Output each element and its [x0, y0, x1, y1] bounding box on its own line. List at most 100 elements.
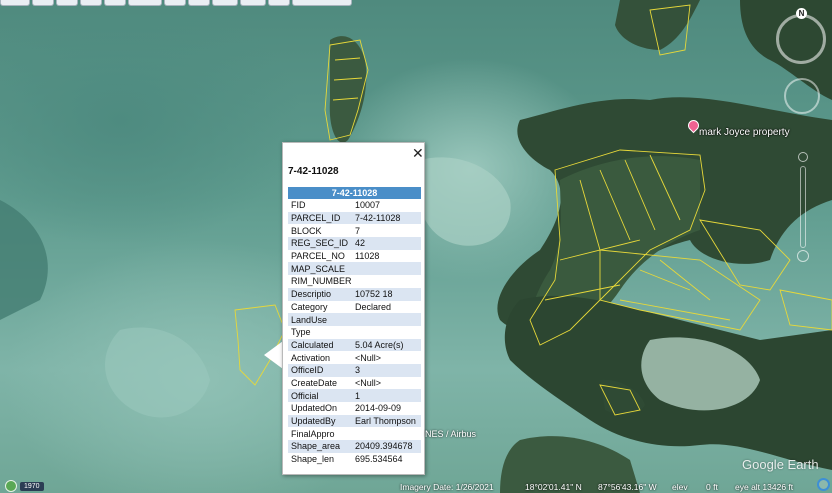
attribute-value: 3 [352, 363, 421, 377]
zoom-out-icon[interactable] [797, 250, 809, 262]
compass-north-icon[interactable]: N [796, 8, 807, 19]
attribute-row: Calculated 5.04 Acre(s) [288, 338, 421, 352]
attribute-row: Type [288, 326, 421, 339]
attribute-row: FinalAppro [288, 427, 421, 440]
toolbar-button-print[interactable] [268, 0, 290, 6]
attribute-row: UpdatedOn 2014-09-09 [288, 402, 421, 415]
toolbar-button-historical[interactable] [128, 0, 162, 6]
toolbar [0, 0, 370, 6]
placemark-label[interactable]: mark Joyce property [699, 127, 790, 138]
attribute-row: RIM_NUMBER [288, 275, 421, 288]
attribute-row: Activation <Null> [288, 351, 421, 364]
attribute-key: Shape_area [288, 440, 352, 453]
eye-altitude-readout: eye alt 13426 ft [735, 482, 794, 492]
attribute-key: Activation [291, 352, 331, 363]
attribute-key: UpdatedOn [291, 403, 338, 414]
attribute-key: PARCEL_NO [291, 251, 345, 262]
attribute-key: BLOCK [291, 225, 322, 236]
status-bar: Imagery Date: 1/26/2021 18°02'01.41" N 8… [0, 482, 832, 493]
info-balloon: ✕ 7-42-11028 7-42-11028 FID 10007 PARCEL_I… [282, 142, 425, 475]
attribute-key: REG_SEC_ID [288, 237, 352, 250]
balloon-tail [264, 341, 283, 369]
attribute-key: LandUse [288, 313, 352, 326]
attribute-row: BLOCK 7 [288, 224, 421, 237]
attribute-row: LandUse [288, 313, 421, 326]
status-toggle-icon[interactable] [817, 478, 830, 491]
toolbar-button-polygon[interactable] [56, 0, 78, 6]
attribute-key: Descriptio [288, 287, 352, 301]
latitude-readout: 18°02'01.41" N [525, 482, 582, 492]
imagery-copyright: NES / Airbus [425, 429, 477, 439]
attribute-value [352, 275, 421, 288]
attribute-key: Official [288, 389, 352, 402]
longitude-readout: 87°56'43.16" W [598, 482, 657, 492]
attribute-row: PARCEL_NO 11028 [288, 250, 421, 263]
attribute-row: Category Declared [288, 301, 421, 314]
attribute-key: FinalAppro [291, 428, 335, 439]
attribute-row: OfficeID 3 [288, 363, 421, 377]
toolbar-button-path[interactable] [80, 0, 102, 6]
zoom-slider[interactable] [800, 166, 806, 248]
attribute-key: MAP_SCALE [288, 262, 352, 276]
attribute-value [352, 262, 421, 276]
attribute-value: 5.04 Acre(s) [352, 338, 421, 352]
toolbar-button-planets[interactable] [188, 0, 210, 6]
attribute-value [352, 313, 421, 326]
attribute-value: 10752 18 [352, 287, 421, 301]
attribute-table-header: 7-42-11028 [288, 187, 421, 199]
attribute-row: MAP_SCALE [288, 262, 421, 276]
attribute-row: UpdatedBy Earl Thompson [288, 414, 421, 428]
attribute-value: Declared [355, 301, 392, 312]
toolbar-button-email[interactable] [240, 0, 266, 6]
elevation-value: 0 ft [706, 482, 718, 492]
look-joystick[interactable] [784, 78, 820, 114]
zoom-in-icon[interactable] [798, 152, 808, 162]
attribute-row: Shape_len 695.534564 [288, 453, 421, 466]
attribute-value: 1 [352, 389, 421, 402]
attribute-key: Type [291, 327, 311, 338]
compass-ring[interactable] [776, 14, 826, 64]
attribute-value: Earl Thompson [352, 414, 421, 428]
attribute-key: Calculated [288, 338, 352, 352]
toolbar-button-overlay[interactable] [104, 0, 126, 6]
google-earth-logo: Google Earth [742, 457, 819, 472]
attribute-key: CreateDate [291, 377, 338, 388]
attribute-value: <Null> [355, 377, 382, 388]
attribute-key: OfficeID [288, 363, 352, 377]
attribute-key: RIM_NUMBER [291, 276, 352, 287]
attribute-key: UpdatedBy [288, 414, 352, 428]
toolbar-button-placemark[interactable] [32, 0, 54, 6]
attribute-value: 10007 [355, 200, 381, 211]
attribute-row: Official 1 [288, 389, 421, 402]
attribute-row: REG_SEC_ID 42 [288, 237, 421, 250]
attribute-row: FID 10007 [288, 199, 421, 212]
attribute-key: FID [291, 200, 306, 211]
attribute-value [352, 326, 421, 339]
elevation-label: elev [672, 482, 688, 492]
attribute-key: Category [291, 301, 328, 312]
attribute-value: 695.534564 [355, 454, 403, 465]
imagery-date: Imagery Date: 1/26/2021 [400, 482, 494, 492]
attribute-value: 20409.394678 [352, 440, 421, 453]
attribute-value: 11028 [355, 251, 380, 262]
attribute-value: 7 [355, 225, 361, 236]
attribute-key: Shape_len [291, 454, 335, 465]
attribute-row: Shape_area 20409.394678 [288, 440, 421, 453]
toolbar-button-sun[interactable] [164, 0, 186, 6]
attribute-table: 7-42-11028 FID 10007 PARCEL_ID 7-42-11028 BL… [288, 187, 421, 465]
attribute-value: 42 [352, 237, 421, 250]
attribute-value: 7-42-11028 [352, 211, 421, 225]
navigation-controls: N [770, 4, 832, 274]
attribute-row: Descriptio 10752 18 [288, 287, 421, 301]
attribute-row: CreateDate <Null> [288, 377, 421, 390]
toolbar-button-ruler[interactable] [212, 0, 238, 6]
balloon-title: 7-42-11028 [288, 166, 339, 177]
close-balloon-button[interactable]: ✕ [412, 146, 424, 160]
attribute-value [352, 427, 421, 440]
attribute-row: PARCEL_ID 7-42-11028 [288, 211, 421, 225]
toolbar-button-sidebar[interactable] [0, 0, 30, 6]
attribute-value: 2014-09-09 [355, 403, 402, 414]
attribute-key: PARCEL_ID [288, 211, 352, 225]
attribute-value: <Null> [355, 352, 382, 363]
toolbar-button-maps[interactable] [292, 0, 352, 6]
